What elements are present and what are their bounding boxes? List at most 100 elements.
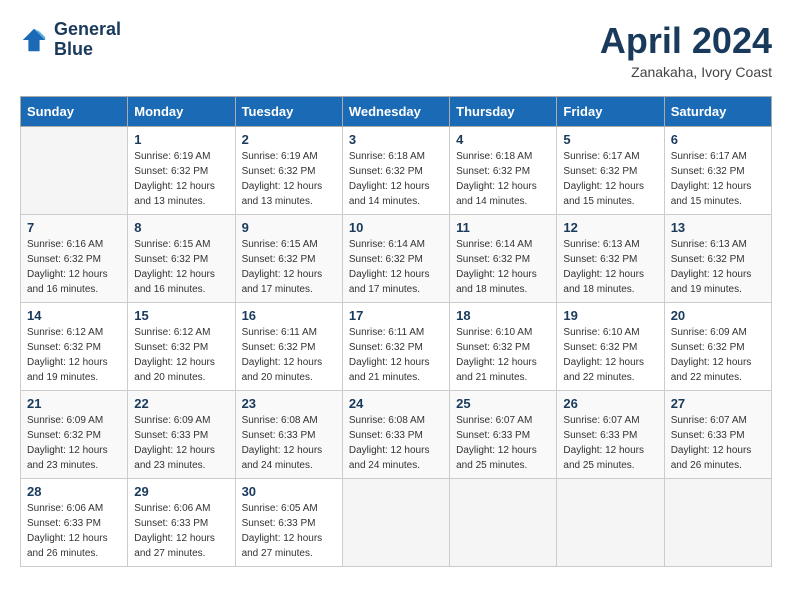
calendar-cell	[664, 479, 771, 567]
day-info: Sunrise: 6:12 AMSunset: 6:32 PMDaylight:…	[134, 325, 228, 385]
calendar-cell: 30 Sunrise: 6:05 AMSunset: 6:33 PMDaylig…	[235, 479, 342, 567]
calendar-cell	[450, 479, 557, 567]
day-info: Sunrise: 6:19 AMSunset: 6:32 PMDaylight:…	[134, 149, 228, 209]
calendar-cell: 25 Sunrise: 6:07 AMSunset: 6:33 PMDaylig…	[450, 391, 557, 479]
day-number: 28	[27, 484, 121, 499]
day-number: 19	[563, 308, 657, 323]
calendar-cell	[557, 479, 664, 567]
calendar-cell: 6 Sunrise: 6:17 AMSunset: 6:32 PMDayligh…	[664, 127, 771, 215]
calendar-cell: 23 Sunrise: 6:08 AMSunset: 6:33 PMDaylig…	[235, 391, 342, 479]
header-day-saturday: Saturday	[664, 97, 771, 127]
logo: General Blue	[20, 20, 121, 60]
day-number: 20	[671, 308, 765, 323]
calendar-cell	[21, 127, 128, 215]
day-info: Sunrise: 6:17 AMSunset: 6:32 PMDaylight:…	[563, 149, 657, 209]
day-info: Sunrise: 6:16 AMSunset: 6:32 PMDaylight:…	[27, 237, 121, 297]
calendar-cell: 4 Sunrise: 6:18 AMSunset: 6:32 PMDayligh…	[450, 127, 557, 215]
day-info: Sunrise: 6:05 AMSunset: 6:33 PMDaylight:…	[242, 501, 336, 561]
calendar-cell: 8 Sunrise: 6:15 AMSunset: 6:32 PMDayligh…	[128, 215, 235, 303]
day-info: Sunrise: 6:13 AMSunset: 6:32 PMDaylight:…	[563, 237, 657, 297]
calendar-cell: 12 Sunrise: 6:13 AMSunset: 6:32 PMDaylig…	[557, 215, 664, 303]
day-number: 6	[671, 132, 765, 147]
calendar-body: 1 Sunrise: 6:19 AMSunset: 6:32 PMDayligh…	[21, 127, 772, 567]
logo-icon	[20, 26, 48, 54]
week-row-2: 7 Sunrise: 6:16 AMSunset: 6:32 PMDayligh…	[21, 215, 772, 303]
header-day-friday: Friday	[557, 97, 664, 127]
day-info: Sunrise: 6:17 AMSunset: 6:32 PMDaylight:…	[671, 149, 765, 209]
calendar-cell: 20 Sunrise: 6:09 AMSunset: 6:32 PMDaylig…	[664, 303, 771, 391]
day-number: 18	[456, 308, 550, 323]
calendar-cell: 11 Sunrise: 6:14 AMSunset: 6:32 PMDaylig…	[450, 215, 557, 303]
day-info: Sunrise: 6:08 AMSunset: 6:33 PMDaylight:…	[242, 413, 336, 473]
day-info: Sunrise: 6:15 AMSunset: 6:32 PMDaylight:…	[134, 237, 228, 297]
calendar-cell: 7 Sunrise: 6:16 AMSunset: 6:32 PMDayligh…	[21, 215, 128, 303]
header-day-thursday: Thursday	[450, 97, 557, 127]
day-number: 26	[563, 396, 657, 411]
calendar-cell: 13 Sunrise: 6:13 AMSunset: 6:32 PMDaylig…	[664, 215, 771, 303]
day-info: Sunrise: 6:07 AMSunset: 6:33 PMDaylight:…	[671, 413, 765, 473]
calendar-cell: 28 Sunrise: 6:06 AMSunset: 6:33 PMDaylig…	[21, 479, 128, 567]
day-number: 13	[671, 220, 765, 235]
calendar-cell: 1 Sunrise: 6:19 AMSunset: 6:32 PMDayligh…	[128, 127, 235, 215]
calendar-cell	[342, 479, 449, 567]
day-number: 21	[27, 396, 121, 411]
week-row-1: 1 Sunrise: 6:19 AMSunset: 6:32 PMDayligh…	[21, 127, 772, 215]
calendar-table: SundayMondayTuesdayWednesdayThursdayFrid…	[20, 96, 772, 567]
day-number: 3	[349, 132, 443, 147]
day-number: 23	[242, 396, 336, 411]
header-day-monday: Monday	[128, 97, 235, 127]
day-info: Sunrise: 6:06 AMSunset: 6:33 PMDaylight:…	[134, 501, 228, 561]
day-info: Sunrise: 6:18 AMSunset: 6:32 PMDaylight:…	[349, 149, 443, 209]
day-number: 14	[27, 308, 121, 323]
day-info: Sunrise: 6:14 AMSunset: 6:32 PMDaylight:…	[456, 237, 550, 297]
calendar-cell: 21 Sunrise: 6:09 AMSunset: 6:32 PMDaylig…	[21, 391, 128, 479]
day-number: 17	[349, 308, 443, 323]
day-info: Sunrise: 6:07 AMSunset: 6:33 PMDaylight:…	[456, 413, 550, 473]
day-info: Sunrise: 6:11 AMSunset: 6:32 PMDaylight:…	[349, 325, 443, 385]
week-row-4: 21 Sunrise: 6:09 AMSunset: 6:32 PMDaylig…	[21, 391, 772, 479]
day-info: Sunrise: 6:06 AMSunset: 6:33 PMDaylight:…	[27, 501, 121, 561]
day-info: Sunrise: 6:10 AMSunset: 6:32 PMDaylight:…	[563, 325, 657, 385]
day-info: Sunrise: 6:10 AMSunset: 6:32 PMDaylight:…	[456, 325, 550, 385]
page-header: General Blue April 2024 Zanakaha, Ivory …	[20, 20, 772, 80]
calendar-header-row: SundayMondayTuesdayWednesdayThursdayFrid…	[21, 97, 772, 127]
day-number: 22	[134, 396, 228, 411]
day-info: Sunrise: 6:09 AMSunset: 6:33 PMDaylight:…	[134, 413, 228, 473]
day-info: Sunrise: 6:12 AMSunset: 6:32 PMDaylight:…	[27, 325, 121, 385]
day-number: 8	[134, 220, 228, 235]
calendar-cell: 15 Sunrise: 6:12 AMSunset: 6:32 PMDaylig…	[128, 303, 235, 391]
calendar-cell: 26 Sunrise: 6:07 AMSunset: 6:33 PMDaylig…	[557, 391, 664, 479]
day-number: 7	[27, 220, 121, 235]
title-area: April 2024 Zanakaha, Ivory Coast	[600, 20, 772, 80]
day-number: 2	[242, 132, 336, 147]
calendar-cell: 18 Sunrise: 6:10 AMSunset: 6:32 PMDaylig…	[450, 303, 557, 391]
day-number: 1	[134, 132, 228, 147]
day-info: Sunrise: 6:07 AMSunset: 6:33 PMDaylight:…	[563, 413, 657, 473]
day-number: 25	[456, 396, 550, 411]
calendar-cell: 3 Sunrise: 6:18 AMSunset: 6:32 PMDayligh…	[342, 127, 449, 215]
day-number: 5	[563, 132, 657, 147]
day-info: Sunrise: 6:18 AMSunset: 6:32 PMDaylight:…	[456, 149, 550, 209]
calendar-cell: 17 Sunrise: 6:11 AMSunset: 6:32 PMDaylig…	[342, 303, 449, 391]
day-number: 15	[134, 308, 228, 323]
location-subtitle: Zanakaha, Ivory Coast	[600, 64, 772, 80]
day-info: Sunrise: 6:15 AMSunset: 6:32 PMDaylight:…	[242, 237, 336, 297]
day-info: Sunrise: 6:11 AMSunset: 6:32 PMDaylight:…	[242, 325, 336, 385]
day-number: 10	[349, 220, 443, 235]
calendar-cell: 27 Sunrise: 6:07 AMSunset: 6:33 PMDaylig…	[664, 391, 771, 479]
day-number: 29	[134, 484, 228, 499]
calendar-cell: 24 Sunrise: 6:08 AMSunset: 6:33 PMDaylig…	[342, 391, 449, 479]
day-number: 27	[671, 396, 765, 411]
day-number: 9	[242, 220, 336, 235]
header-day-sunday: Sunday	[21, 97, 128, 127]
day-number: 30	[242, 484, 336, 499]
day-info: Sunrise: 6:14 AMSunset: 6:32 PMDaylight:…	[349, 237, 443, 297]
calendar-cell: 9 Sunrise: 6:15 AMSunset: 6:32 PMDayligh…	[235, 215, 342, 303]
day-info: Sunrise: 6:09 AMSunset: 6:32 PMDaylight:…	[671, 325, 765, 385]
calendar-cell: 5 Sunrise: 6:17 AMSunset: 6:32 PMDayligh…	[557, 127, 664, 215]
calendar-cell: 2 Sunrise: 6:19 AMSunset: 6:32 PMDayligh…	[235, 127, 342, 215]
day-info: Sunrise: 6:09 AMSunset: 6:32 PMDaylight:…	[27, 413, 121, 473]
week-row-3: 14 Sunrise: 6:12 AMSunset: 6:32 PMDaylig…	[21, 303, 772, 391]
day-info: Sunrise: 6:13 AMSunset: 6:32 PMDaylight:…	[671, 237, 765, 297]
calendar-cell: 19 Sunrise: 6:10 AMSunset: 6:32 PMDaylig…	[557, 303, 664, 391]
